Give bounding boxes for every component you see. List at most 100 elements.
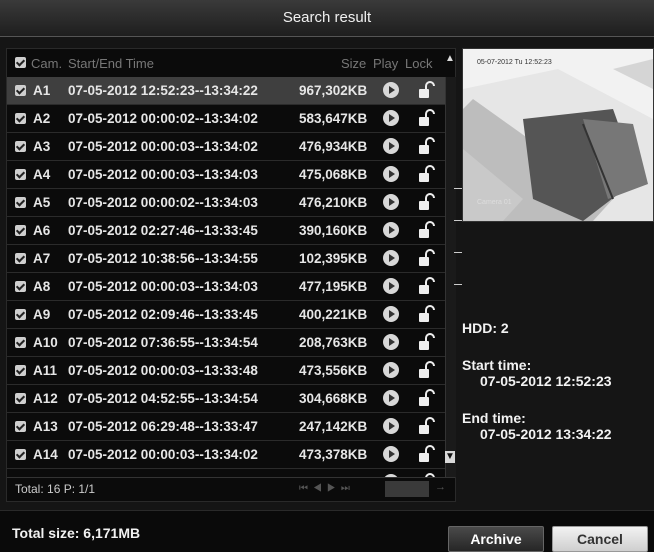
row-checkbox[interactable] [15, 197, 26, 208]
table-row[interactable]: A2 07-05-2012 00:00:02--13:34:02 583,647KB [7, 105, 445, 133]
play-icon[interactable] [383, 362, 399, 378]
row-checkbox[interactable] [15, 393, 26, 404]
end-time-label: End time: [462, 410, 526, 426]
play-icon[interactable] [383, 194, 399, 210]
scroll-down-icon[interactable]: ▼ [445, 451, 455, 463]
row-checkbox[interactable] [15, 225, 26, 236]
row-size: 476,210KB [299, 195, 368, 210]
table-row[interactable]: A12 07-05-2012 04:52:55--13:34:54 304,668K… [7, 385, 445, 413]
row-size: 967,302KB [299, 83, 368, 98]
row-time: 07-05-2012 00:00:03--13:34:03 [68, 279, 258, 294]
table-row[interactable]: A7 07-05-2012 10:38:56--13:34:55 102,395KB [7, 245, 445, 273]
row-size: 400,221KB [299, 307, 368, 322]
play-icon[interactable] [383, 138, 399, 154]
unlock-icon[interactable] [417, 137, 435, 155]
row-camera: A6 [33, 223, 51, 238]
table-row[interactable]: A10 07-05-2012 07:36:55--13:34:54 208,763K… [7, 329, 445, 357]
unlock-icon[interactable] [417, 305, 435, 323]
play-icon[interactable] [383, 222, 399, 238]
row-checkbox[interactable] [15, 337, 26, 348]
cancel-button[interactable]: Cancel [552, 526, 648, 552]
row-checkbox[interactable] [15, 113, 26, 124]
select-all-checkbox[interactable] [15, 57, 26, 68]
preview-image [463, 49, 653, 221]
row-size: 475,068KB [299, 167, 368, 182]
row-time: 07-05-2012 00:00:02--13:34:02 [68, 111, 258, 126]
go-arrow-icon[interactable]: → [435, 481, 446, 493]
row-time: 07-05-2012 07:36:55--13:34:54 [68, 335, 258, 350]
row-checkbox[interactable] [15, 253, 26, 264]
table-row[interactable]: A13 07-05-2012 06:29:48--13:33:47 247,142K… [7, 413, 445, 441]
unlock-icon[interactable] [417, 389, 435, 407]
row-checkbox[interactable] [15, 421, 26, 432]
table-row[interactable]: A9 07-05-2012 02:09:46--13:33:45 400,221KB [7, 301, 445, 329]
table-row[interactable]: A1507-05-2012 09:35:48--13:33:47138,452K… [7, 469, 445, 477]
archive-button[interactable]: Archive [448, 526, 544, 552]
unlock-icon[interactable] [417, 445, 435, 463]
row-checkbox[interactable] [15, 365, 26, 376]
start-time-block: Start time: 07-05-2012 12:52:23 [462, 357, 612, 389]
row-camera: A9 [33, 307, 51, 322]
row-checkbox[interactable] [15, 85, 26, 96]
row-checkbox[interactable] [15, 449, 26, 460]
scroll-up-icon[interactable]: ▲ [445, 53, 455, 65]
row-camera: A14 [33, 447, 58, 462]
osd-datetime: 05-07-2012 Tu 12:52:23 [477, 59, 552, 66]
list-footer: Total: 16 P: 1/1 ⏮◀▶⏭ → [7, 477, 455, 502]
start-time-label: Start time: [462, 357, 532, 373]
end-time-value: 07-05-2012 13:34:22 [480, 426, 612, 442]
play-icon[interactable] [383, 418, 399, 434]
table-row[interactable]: A14 07-05-2012 00:00:03--13:34:02 473,378K… [7, 441, 445, 469]
row-time: 07-05-2012 12:52:23--13:34:22 [68, 83, 258, 98]
row-checkbox[interactable] [15, 141, 26, 152]
row-checkbox[interactable] [15, 169, 26, 180]
row-camera: A7 [33, 251, 51, 266]
play-icon[interactable] [383, 110, 399, 126]
row-size: 476,934KB [299, 139, 368, 154]
unlock-icon[interactable] [417, 81, 435, 99]
table-row[interactable]: A4 07-05-2012 00:00:03--13:34:03 475,068KB [7, 161, 445, 189]
start-time-value: 07-05-2012 12:52:23 [480, 373, 612, 389]
page-input[interactable] [385, 481, 429, 497]
row-size: 208,763KB [299, 335, 368, 350]
play-icon[interactable] [383, 166, 399, 182]
play-icon[interactable] [383, 390, 399, 406]
play-icon[interactable] [383, 334, 399, 350]
pager-icons[interactable]: ⏮◀▶⏭ [299, 483, 355, 494]
play-icon[interactable] [383, 82, 399, 98]
unlock-icon[interactable] [417, 165, 435, 183]
dialog-title: Search result [282, 9, 372, 26]
row-time: 07-05-2012 06:29:48--13:33:47 [68, 419, 258, 434]
table-row[interactable]: A11 07-05-2012 00:00:03--13:33:48 473,556K… [7, 357, 445, 385]
play-icon[interactable] [383, 278, 399, 294]
play-icon[interactable] [383, 250, 399, 266]
side-marks [454, 180, 462, 300]
row-time: 07-05-2012 10:38:56--13:34:55 [68, 251, 258, 266]
table-row[interactable]: A1 07-05-2012 12:52:23--13:34:22 967,302KB [7, 77, 445, 105]
row-size: 304,668KB [299, 391, 368, 406]
table-row[interactable]: A6 07-05-2012 02:27:46--13:33:45 390,160KB [7, 217, 445, 245]
row-time: 07-05-2012 00:00:03--13:34:03 [68, 167, 258, 182]
row-time: 07-05-2012 04:52:55--13:34:54 [68, 391, 258, 406]
row-camera: A5 [33, 195, 51, 210]
unlock-icon[interactable] [417, 249, 435, 267]
video-preview: 05-07-2012 Tu 12:52:23 Camera 01 [462, 48, 654, 222]
row-camera: A4 [33, 167, 51, 182]
unlock-icon[interactable] [417, 277, 435, 295]
row-checkbox[interactable] [15, 281, 26, 292]
row-camera: A1 [33, 83, 51, 98]
table-row[interactable]: A8 07-05-2012 00:00:03--13:34:03 477,195KB [7, 273, 445, 301]
table-row[interactable]: A3 07-05-2012 00:00:03--13:34:02 476,934KB [7, 133, 445, 161]
unlock-icon[interactable] [417, 361, 435, 379]
table-row[interactable]: A5 07-05-2012 00:00:02--13:34:03 476,210KB [7, 189, 445, 217]
unlock-icon[interactable] [417, 333, 435, 351]
total-count: Total: 16 P: 1/1 [15, 482, 96, 496]
unlock-icon[interactable] [417, 109, 435, 127]
unlock-icon[interactable] [417, 417, 435, 435]
unlock-icon[interactable] [417, 221, 435, 239]
play-icon[interactable] [383, 306, 399, 322]
play-icon[interactable] [383, 446, 399, 462]
unlock-icon[interactable] [417, 193, 435, 211]
search-result-list: Cam. Start/End Time Size Play Lock ▲ A1 0… [6, 48, 456, 502]
row-checkbox[interactable] [15, 309, 26, 320]
